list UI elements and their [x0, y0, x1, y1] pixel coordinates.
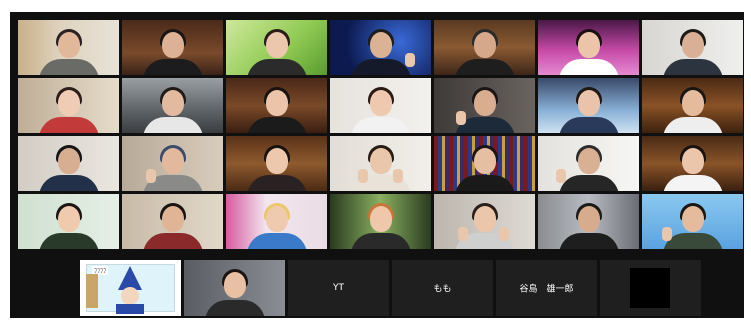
- video-tile[interactable]: [434, 194, 535, 249]
- screenshot-frame: ﾌﾌﾌﾌ YT もも 谷島 雄一郎: [0, 0, 751, 326]
- video-tile[interactable]: [18, 194, 119, 249]
- video-tile[interactable]: [226, 136, 327, 191]
- video-tile[interactable]: [434, 78, 535, 133]
- video-tile[interactable]: [642, 136, 743, 191]
- video-tile[interactable]: [642, 78, 743, 133]
- wizard-illustration-icon: [86, 266, 144, 314]
- video-tile-illustration[interactable]: ﾌﾌﾌﾌ: [80, 260, 181, 316]
- gallery-row-3: [18, 136, 743, 191]
- video-call-gallery: ﾌﾌﾌﾌ YT もも 谷島 雄一郎: [10, 12, 744, 318]
- video-tile[interactable]: [122, 194, 223, 249]
- gallery-row-4: [18, 194, 743, 249]
- video-tile[interactable]: [330, 136, 431, 191]
- video-tile[interactable]: [330, 78, 431, 133]
- participant-name: 谷島 雄一郎: [519, 284, 574, 295]
- video-tile[interactable]: [538, 20, 639, 75]
- video-tile[interactable]: [226, 20, 327, 75]
- video-tile[interactable]: [18, 136, 119, 191]
- gallery-row-1: [18, 20, 743, 75]
- gallery-row-5: ﾌﾌﾌﾌ YT もも 谷島 雄一郎: [80, 260, 701, 316]
- video-tile[interactable]: [434, 20, 535, 75]
- video-tile[interactable]: [642, 194, 743, 249]
- video-tile[interactable]: [122, 136, 223, 191]
- video-tile[interactable]: [538, 136, 639, 191]
- video-tile[interactable]: [122, 78, 223, 133]
- name-tile[interactable]: YT: [288, 260, 389, 316]
- gallery-row-2: [18, 78, 743, 133]
- camera-off-tile[interactable]: [600, 260, 701, 316]
- video-tile-active-speaker[interactable]: [122, 20, 223, 75]
- video-tile[interactable]: [538, 194, 639, 249]
- video-tile[interactable]: [18, 78, 119, 133]
- name-tile[interactable]: 谷島 雄一郎: [496, 260, 597, 316]
- video-tile[interactable]: [226, 78, 327, 133]
- video-tile[interactable]: [538, 78, 639, 133]
- video-tile[interactable]: [642, 20, 743, 75]
- video-tile[interactable]: [184, 260, 285, 316]
- video-tile[interactable]: [226, 194, 327, 249]
- video-tile[interactable]: [330, 20, 431, 75]
- name-tile[interactable]: もも: [392, 260, 493, 316]
- video-tile[interactable]: [330, 194, 431, 249]
- video-tile[interactable]: [18, 20, 119, 75]
- participant-name: YT: [333, 283, 344, 293]
- blank-video: [630, 268, 670, 308]
- video-tile[interactable]: [434, 136, 535, 191]
- participant-name: もも: [433, 284, 452, 295]
